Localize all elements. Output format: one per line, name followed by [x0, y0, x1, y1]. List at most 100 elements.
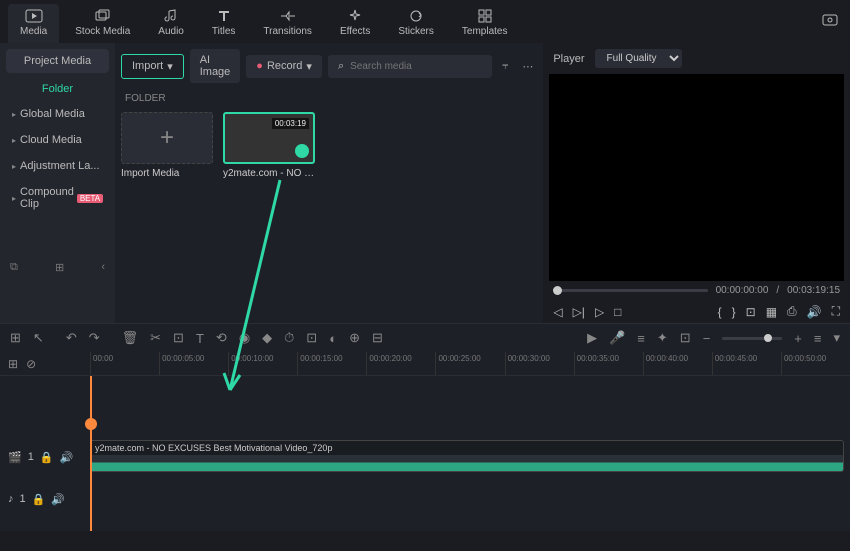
- keyframe-icon[interactable]: ◆: [262, 330, 272, 346]
- mark-in-icon[interactable]: {: [718, 305, 722, 319]
- sidebar-item-cloud[interactable]: Cloud Media: [6, 127, 109, 153]
- zoom-slider[interactable]: [722, 337, 782, 340]
- chevron-down-icon: ▾: [306, 60, 312, 73]
- play-back-icon[interactable]: ▷|: [573, 305, 585, 319]
- group-icon[interactable]: ⊟: [372, 330, 383, 346]
- zoom-out-icon[interactable]: −: [703, 331, 711, 346]
- search-input[interactable]: ⌕: [328, 55, 492, 78]
- new-folder-icon[interactable]: ⧉: [10, 261, 18, 274]
- tl-link-icon[interactable]: ⊘: [26, 357, 36, 371]
- sidebar-item-compound[interactable]: Compound ClipBETA: [6, 179, 109, 217]
- fullscreen-icon[interactable]: ⛶: [832, 304, 840, 319]
- preview-screen[interactable]: [549, 74, 844, 281]
- tab-stock[interactable]: Stock Media: [63, 4, 142, 43]
- tab-titles[interactable]: Titles: [200, 4, 248, 43]
- plus-icon: +: [160, 124, 174, 152]
- detect-icon[interactable]: ⊡: [306, 330, 317, 346]
- beta-badge: BETA: [77, 194, 103, 203]
- folder-sub[interactable]: Folder: [6, 77, 109, 101]
- mark-out-icon[interactable]: }: [732, 305, 736, 319]
- mute-icon[interactable]: 🔊: [60, 451, 74, 464]
- templates-icon: [476, 8, 494, 24]
- sidebar-item-global[interactable]: Global Media: [6, 101, 109, 127]
- stickers-icon: [407, 8, 425, 24]
- new-bin-icon[interactable]: ⊞: [55, 261, 64, 274]
- timeline-clip[interactable]: y2mate.com - NO EXCUSES Best Motivationa…: [90, 440, 844, 472]
- chevron-down-icon: ▾: [167, 60, 173, 73]
- folder-label: FOLDER: [125, 93, 537, 104]
- mixer-icon[interactable]: ≡: [637, 331, 645, 346]
- redo-icon[interactable]: ↷: [89, 330, 100, 346]
- magnet-icon[interactable]: ⊞: [10, 330, 21, 346]
- render-icon[interactable]: ▶: [587, 330, 597, 346]
- import-button[interactable]: Import▾: [121, 54, 184, 79]
- marker-icon[interactable]: ✦: [657, 330, 668, 346]
- delete-icon[interactable]: 🗑: [122, 330, 139, 346]
- filter-icon[interactable]: ⫧: [498, 56, 512, 77]
- video-track-ctrl: 🎬1 🔒 🔊: [0, 436, 90, 478]
- timer-icon[interactable]: ⏱: [284, 330, 294, 346]
- volume-icon[interactable]: 🔊: [807, 305, 822, 319]
- cut-icon[interactable]: ✂: [150, 330, 161, 346]
- pointer-icon[interactable]: ↖: [33, 330, 44, 346]
- snapshot-icon[interactable]: ⎙: [787, 304, 797, 319]
- mask-icon[interactable]: ◐: [329, 331, 337, 346]
- record-dot-icon: ●: [256, 60, 263, 72]
- speed-icon[interactable]: ⟲: [216, 330, 227, 346]
- sidebar-item-adjustment[interactable]: Adjustment La...: [6, 153, 109, 179]
- fit-icon[interactable]: ≡: [814, 331, 822, 346]
- audio-track-icon[interactable]: ♪: [8, 493, 14, 505]
- ai-image-button[interactable]: AI Image: [190, 49, 241, 83]
- sidebar: Project Media Folder Global Media Cloud …: [0, 43, 115, 323]
- track-icon[interactable]: ⊕: [349, 330, 360, 346]
- text-icon[interactable]: T: [196, 331, 204, 346]
- tab-templates[interactable]: Templates: [450, 4, 520, 43]
- tab-stickers[interactable]: Stickers: [386, 4, 446, 43]
- top-tabs: Media Stock Media Audio Titles Transitio…: [0, 0, 850, 43]
- tab-audio[interactable]: Audio: [146, 4, 196, 43]
- voiceover-icon[interactable]: 🎤: [609, 330, 625, 346]
- ratio-icon[interactable]: ⊡: [746, 305, 756, 319]
- video-clip-thumb[interactable]: 00:03:19 y2mate.com - NO EXC...: [223, 112, 315, 179]
- color-icon[interactable]: ◉: [239, 330, 250, 346]
- collapse-icon[interactable]: ‹: [101, 261, 105, 274]
- project-media-header[interactable]: Project Media: [6, 49, 109, 73]
- play-icon[interactable]: ▷: [595, 305, 604, 319]
- auto-icon[interactable]: ⊡: [680, 330, 691, 346]
- tl-view-icon[interactable]: ⊞: [8, 357, 18, 371]
- search-icon: ⌕: [338, 60, 344, 73]
- prev-frame-icon[interactable]: ◁: [553, 305, 562, 319]
- tl-more-icon[interactable]: ▾: [833, 330, 840, 346]
- grid-icon[interactable]: ▦: [766, 305, 777, 319]
- stock-icon: [94, 8, 112, 24]
- waveform: [91, 457, 843, 471]
- clip-duration: 00:03:19: [272, 118, 309, 129]
- media-panel: Import▾ AI Image ●Record▾ ⌕ ⫧ ⋯ FOLDER +…: [115, 43, 543, 323]
- timeline: ⊞ ⊘ 00:00 00:00:05:00 00:00:10:00 00:00:…: [0, 352, 850, 531]
- video-track-icon[interactable]: 🎬: [8, 451, 22, 464]
- ruler[interactable]: 00:00 00:00:05:00 00:00:10:00 00:00:15:0…: [90, 352, 850, 375]
- current-time: 00:00:00:00: [716, 285, 769, 296]
- tab-effects[interactable]: Effects: [328, 4, 382, 43]
- snapshot-icon[interactable]: [822, 12, 838, 26]
- crop-icon[interactable]: ⊡: [173, 330, 184, 346]
- quality-select[interactable]: Full Quality: [595, 49, 682, 68]
- mute-icon[interactable]: 🔊: [51, 493, 65, 506]
- media-toolbar: Import▾ AI Image ●Record▾ ⌕ ⫧ ⋯: [121, 49, 537, 83]
- lock-icon[interactable]: 🔒: [32, 493, 46, 506]
- playhead[interactable]: [90, 376, 92, 531]
- stop-icon[interactable]: □: [614, 305, 621, 319]
- undo-icon[interactable]: ↶: [66, 330, 77, 346]
- audio-icon: [162, 8, 180, 24]
- total-time: 00:03:19:15: [787, 285, 840, 296]
- more-icon[interactable]: ⋯: [518, 56, 537, 77]
- record-button[interactable]: ●Record▾: [246, 55, 322, 78]
- zoom-in-icon[interactable]: +: [794, 331, 802, 346]
- tab-media[interactable]: Media: [8, 4, 59, 43]
- import-media-thumb[interactable]: + Import Media: [121, 112, 213, 179]
- preview-panel: Player Full Quality 00:00:00:00 / 00:03:…: [543, 43, 850, 323]
- lock-icon[interactable]: 🔒: [40, 451, 54, 464]
- scrub-bar[interactable]: [553, 289, 707, 292]
- tab-transitions[interactable]: Transitions: [251, 4, 324, 43]
- media-icon: [25, 8, 43, 24]
